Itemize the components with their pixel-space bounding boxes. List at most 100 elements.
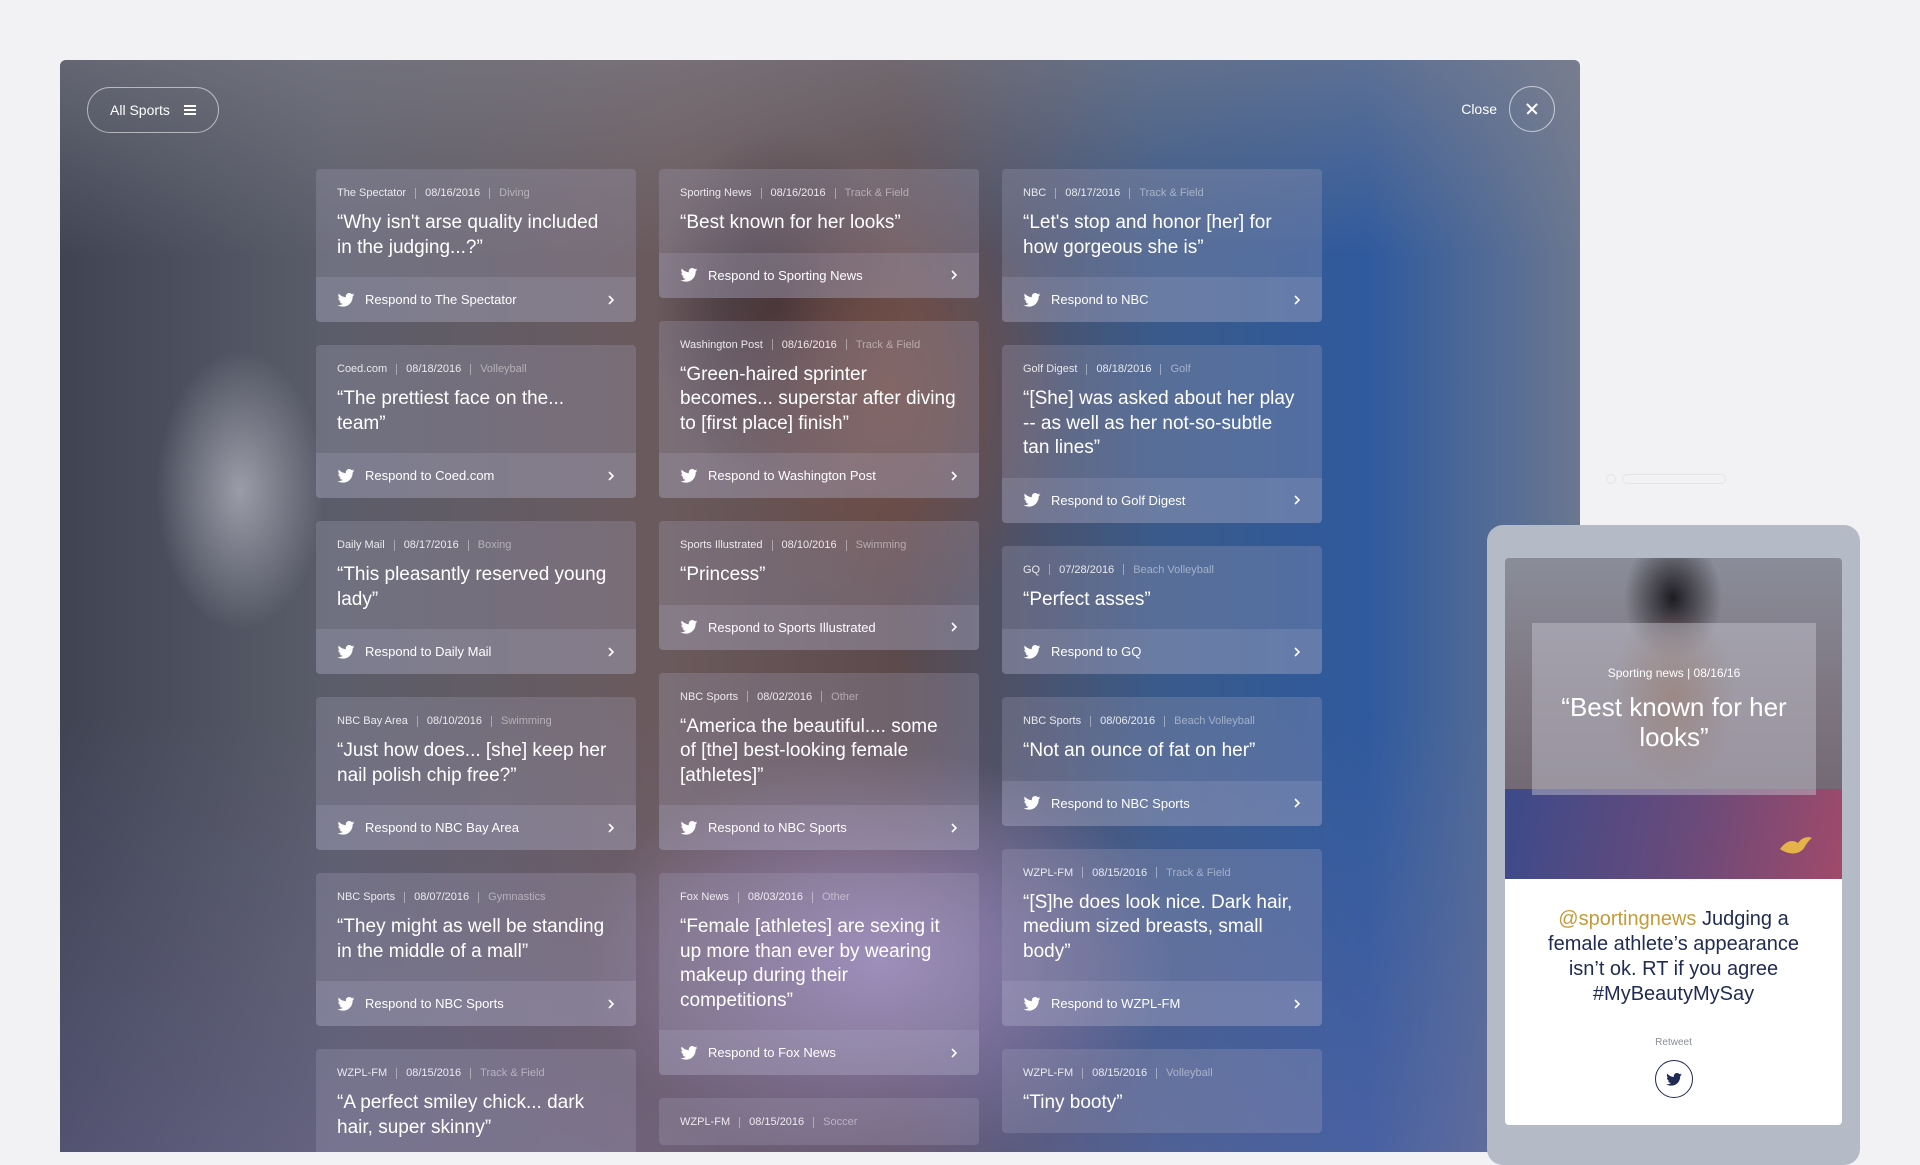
card-body: Coed.com 08/18/2016 Volleyball “The prettie… <box>316 345 636 453</box>
twitter-icon <box>680 620 698 634</box>
card-source: WZPL-FM <box>680 1116 731 1128</box>
all-sports-filter-button[interactable]: All Sports <box>87 87 219 133</box>
card-source: WZPL-FM <box>1023 866 1074 879</box>
card-category: Other <box>821 891 850 903</box>
respond-button[interactable]: Respond to NBC <box>1002 277 1322 322</box>
quote-column: Sporting News 08/16/2016 Track & Field “Bes… <box>659 169 979 1152</box>
card-meta: Washington Post 08/16/2016 Track & Field <box>680 339 958 351</box>
card-quote: “They might as well be standing in the m… <box>337 916 605 962</box>
card-category: Volleyball <box>1166 1067 1213 1079</box>
chevron-right-icon <box>608 646 615 657</box>
card-body: NBC Sports 08/07/2016 Gymnastics “They migh… <box>316 873 636 981</box>
card-meta: WZPL-FM 08/15/2016 Soccer <box>680 1116 958 1128</box>
card-source: NBC Sports <box>1023 715 1082 727</box>
close-label[interactable]: Close <box>1461 101 1497 117</box>
quote-card: NBC Sports 08/06/2016 Beach Volleyball “Not… <box>1002 697 1322 826</box>
filter-label: All Sports <box>110 102 170 118</box>
twitter-icon <box>337 820 355 835</box>
close-icon[interactable] <box>1509 86 1555 132</box>
chevron-right-icon <box>608 998 615 1009</box>
meta-divider <box>1123 564 1125 575</box>
card-meta: The Spectator 08/16/2016 Diving <box>337 187 615 199</box>
respond-button[interactable]: Respond to Coed.com <box>316 453 636 498</box>
respond-button[interactable]: Respond to NBC Sports <box>659 805 979 850</box>
card-date: 08/07/2016 <box>414 891 470 903</box>
meta-divider <box>470 1067 472 1079</box>
card-quote: “Green-haired sprinter becomes... supers… <box>680 363 956 434</box>
quote-card: Sports Illustrated 08/10/2016 Swimming “Pri… <box>659 521 979 650</box>
card-quote: “Why isn't arse quality included in the … <box>337 212 599 258</box>
respond-button[interactable]: Respond to Fox News <box>659 1030 979 1075</box>
meta-divider <box>393 539 395 551</box>
respond-label: Respond to WZPL-FM <box>1051 996 1181 1011</box>
quote-card: The Spectator 08/16/2016 Diving “Why isn't … <box>316 169 636 322</box>
tweet-handle[interactable]: @sportingnews <box>1558 908 1696 930</box>
quote-card: WZPL-FM 08/15/2016 Track & Field “[S]he doe… <box>1002 848 1322 1026</box>
card-quote: “America the beautiful.... some of [the]… <box>680 715 938 786</box>
respond-button[interactable]: Respond to NBC Bay Area <box>316 805 636 850</box>
meta-divider <box>478 891 480 903</box>
respond-label: Respond to NBC Sports <box>708 820 847 835</box>
card-category: Gymnastics <box>488 891 546 903</box>
respond-label: Respond to Sporting News <box>708 267 863 283</box>
meta-divider <box>1156 867 1158 878</box>
quote-column: NBC 08/17/2016 Track & Field “Let's stop an… <box>1002 169 1322 1152</box>
overlay-quote: “Best known for her looks” <box>1561 692 1787 752</box>
card-body: NBC Sports 08/06/2016 Beach Volleyball “Not… <box>1002 697 1322 781</box>
card-category: Other <box>831 690 859 703</box>
respond-button[interactable]: Respond to NBC Sports <box>1002 780 1322 826</box>
twitter-icon <box>1023 996 1041 1011</box>
card-body: The Spectator 08/16/2016 Diving “Why isn't … <box>316 169 636 277</box>
quote-card: WZPL-FM 08/15/2016 Volleyball “Tiny booty” <box>1002 1049 1322 1133</box>
chevron-right-icon <box>608 822 615 833</box>
card-quote: “Female [athletes] are sexing it up more… <box>680 916 940 1011</box>
card-category: Swimming <box>855 539 907 551</box>
respond-label: Respond to NBC Sports <box>365 996 504 1011</box>
respond-label: Respond to NBC Sports <box>1051 795 1190 811</box>
respond-button[interactable]: Respond to Golf Digest <box>1002 477 1322 523</box>
respond-button[interactable]: Respond to NBC Sports <box>316 981 636 1026</box>
respond-button[interactable]: Respond to The Spectator <box>316 277 636 322</box>
card-category: Track & Field <box>1139 187 1204 199</box>
respond-button[interactable]: Respond to Sporting News <box>659 252 979 298</box>
card-category: Track & Field <box>855 338 921 351</box>
chevron-right-icon <box>1294 646 1301 657</box>
respond-button[interactable]: Respond to Washington Post <box>659 453 979 498</box>
meta-divider <box>821 691 823 702</box>
respond-button[interactable]: Respond to Daily Mail <box>316 629 636 674</box>
chevron-right-icon <box>951 270 958 280</box>
card-category: Diving <box>499 187 530 199</box>
chevron-right-icon <box>1294 798 1301 808</box>
respond-label: Respond to NBC <box>1051 292 1149 307</box>
quote-card: WZPL-FM 08/15/2016 Soccer <box>659 1098 979 1145</box>
meta-divider <box>747 691 749 702</box>
meta-divider <box>771 339 773 350</box>
quote-card: NBC Bay Area 08/10/2016 Swimming “Just how … <box>316 697 636 850</box>
quote-card: WZPL-FM 08/15/2016 Track & Field “A perfect… <box>316 1049 636 1152</box>
respond-button[interactable]: Respond to WZPL-FM <box>1002 981 1322 1026</box>
card-quote: “Not an ounce of fat on her” <box>1023 740 1256 761</box>
meta-divider <box>416 715 418 727</box>
meta-divider <box>404 891 406 903</box>
quote-card: Daily Mail 08/17/2016 Boxing “This pleasant… <box>316 521 636 674</box>
meta-divider <box>1082 867 1084 878</box>
card-meta: GQ 07/28/2016 Beach Volleyball <box>1023 564 1301 576</box>
card-meta: Daily Mail 08/17/2016 Boxing <box>337 539 615 551</box>
retweet-button[interactable] <box>1654 1060 1693 1098</box>
card-date: 08/02/2016 <box>757 690 813 703</box>
card-quote: “This pleasantly reserved young lady” <box>337 564 607 610</box>
twitter-icon <box>1023 292 1041 307</box>
card-date: 08/16/2016 <box>770 187 826 199</box>
card-date: 07/28/2016 <box>1059 563 1115 576</box>
card-body: NBC Sports 08/02/2016 Other “America the be… <box>659 673 979 806</box>
twitter-icon <box>337 292 355 307</box>
quote-card: Fox News 08/03/2016 Other “Female [athletes… <box>659 873 979 1075</box>
quote-card: GQ 07/28/2016 Beach Volleyball “Perfect ass… <box>1002 545 1322 674</box>
respond-button[interactable]: Respond to GQ <box>1002 629 1322 674</box>
respond-button[interactable]: Respond to Sports Illustrated <box>659 604 979 650</box>
card-source: Sports Illustrated <box>680 539 763 551</box>
card-meta: Golf Digest 08/18/2016 Golf <box>1023 363 1301 375</box>
chevron-right-icon <box>1294 495 1301 505</box>
menu-icon <box>183 105 196 115</box>
card-meta: WZPL-FM 08/15/2016 Volleyball <box>1023 1067 1301 1079</box>
